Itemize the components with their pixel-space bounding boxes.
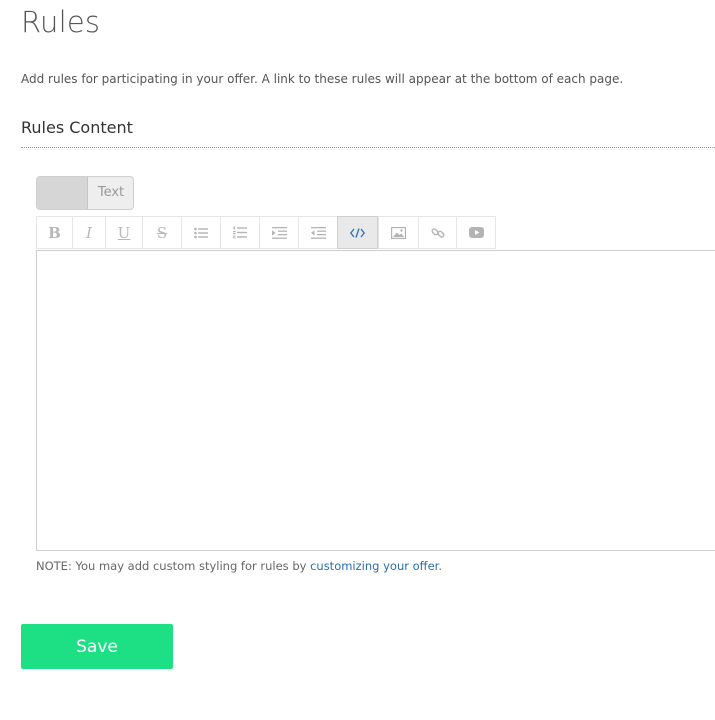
numbered-list-icon <box>233 226 247 239</box>
html-source-button[interactable] <box>337 216 378 249</box>
bold-button[interactable]: B <box>36 216 72 249</box>
section-divider <box>21 147 715 148</box>
indent-button[interactable] <box>259 216 298 249</box>
italic-icon: I <box>86 223 92 242</box>
link-icon <box>430 227 445 238</box>
video-icon <box>468 227 484 238</box>
italic-button[interactable]: I <box>72 216 105 249</box>
editor-mode-toggle[interactable]: Text <box>36 176 134 210</box>
toggle-label-text: Text <box>97 185 125 200</box>
bold-icon: B <box>48 223 61 242</box>
save-button[interactable]: Save <box>21 624 173 669</box>
outdent-button[interactable] <box>298 216 337 249</box>
section-title: Rules Content <box>21 118 133 137</box>
code-icon <box>350 227 365 238</box>
video-button[interactable] <box>456 216 496 249</box>
styling-note: NOTE: You may add custom styling for rul… <box>36 558 442 574</box>
image-button[interactable] <box>378 216 418 249</box>
bulleted-list-icon <box>194 227 208 238</box>
numbered-list-button[interactable] <box>220 216 259 249</box>
page-title: Rules <box>21 5 101 39</box>
image-icon <box>391 226 406 239</box>
editor-toolbar: B I U S <box>36 216 496 250</box>
link-button[interactable] <box>418 216 456 249</box>
indent-icon <box>271 226 287 239</box>
note-prefix: NOTE: You may add custom styling for rul… <box>36 559 311 573</box>
note-suffix: . <box>438 559 442 573</box>
rules-editor-area[interactable] <box>36 250 715 551</box>
underline-icon: U <box>117 223 131 242</box>
page-description: Add rules for participating in your offe… <box>21 72 624 86</box>
bulleted-list-button[interactable] <box>181 216 220 249</box>
underline-button[interactable]: U <box>105 216 142 249</box>
strikethrough-icon: S <box>156 223 168 242</box>
strikethrough-button[interactable]: S <box>142 216 181 249</box>
toggle-knob <box>37 177 88 209</box>
outdent-icon <box>310 226 326 239</box>
customizing-offer-link[interactable]: customizing your offer <box>310 559 438 573</box>
